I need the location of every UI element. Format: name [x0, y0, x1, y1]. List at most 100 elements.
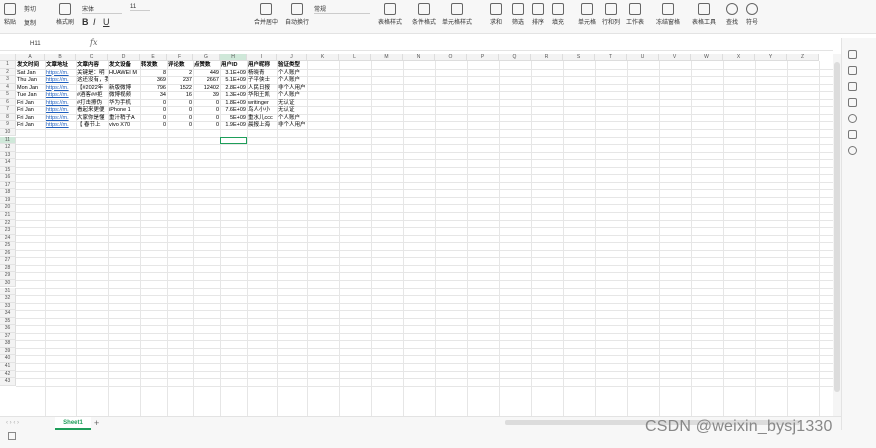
- row-header[interactable]: 25: [0, 242, 16, 250]
- row-header[interactable]: 32: [0, 295, 16, 303]
- column-header[interactable]: A: [16, 54, 45, 61]
- table-cell[interactable]: 34: [140, 91, 167, 99]
- table-cell[interactable]: 晨报上海: [247, 121, 277, 129]
- table-cell[interactable]: 16: [167, 91, 193, 99]
- bold-button[interactable]: B: [82, 17, 89, 27]
- column-header[interactable]: N: [403, 54, 435, 61]
- freeze-panes-button[interactable]: 冻结窗格: [656, 3, 680, 26]
- row-header[interactable]: 35: [0, 317, 16, 326]
- table-cell[interactable]: #酒客##拒: [76, 91, 108, 99]
- selected-cell-h11[interactable]: [220, 136, 247, 145]
- table-cell[interactable]: https://m.: [45, 114, 76, 122]
- row-header[interactable]: 26: [0, 249, 16, 258]
- row-header[interactable]: 40: [0, 355, 16, 363]
- row-header[interactable]: 2: [0, 68, 16, 77]
- row-header[interactable]: 31: [0, 287, 16, 296]
- table-cell[interactable]: 7.6E+09: [220, 106, 247, 114]
- row-header[interactable]: 24: [0, 234, 16, 243]
- row-header[interactable]: 9: [0, 121, 16, 129]
- table-cell[interactable]: 0: [167, 114, 193, 122]
- table-cell[interactable]: https://m.: [45, 106, 76, 114]
- table-cell[interactable]: 非个人用户: [277, 121, 307, 129]
- row-header[interactable]: 12: [0, 144, 16, 152]
- table-cell[interactable]: https://m.: [45, 76, 76, 84]
- table-cell[interactable]: 0: [140, 114, 167, 122]
- table-cell[interactable]: Sat Jan: [16, 69, 45, 77]
- header-cell[interactable]: 点赞数: [193, 61, 220, 69]
- row-header[interactable]: 28: [0, 264, 16, 273]
- table-cell[interactable]: 0: [140, 106, 167, 114]
- row-header[interactable]: 8: [0, 113, 16, 122]
- row-header[interactable]: 17: [0, 181, 16, 190]
- header-cell[interactable]: 验证类型: [277, 61, 307, 69]
- formula-input[interactable]: [116, 39, 816, 49]
- row-header[interactable]: 39: [0, 347, 16, 356]
- table-cell[interactable]: writinger: [247, 99, 277, 107]
- row-header[interactable]: 22: [0, 219, 16, 228]
- row-header[interactable]: 19: [0, 196, 16, 205]
- select-icon[interactable]: [848, 66, 857, 75]
- table-cell[interactable]: 1.3E+09: [220, 91, 247, 99]
- find-button[interactable]: 查找: [726, 3, 738, 26]
- row-header[interactable]: 43: [0, 378, 16, 386]
- row-header[interactable]: 10: [0, 128, 16, 137]
- table-cell[interactable]: 大家你是懂: [76, 114, 108, 122]
- table-cell[interactable]: 个人账户: [277, 91, 307, 99]
- table-cell[interactable]: 0: [193, 121, 220, 129]
- sum-button[interactable]: 求和: [490, 3, 502, 26]
- list-icon[interactable]: [848, 82, 857, 91]
- table-cell[interactable]: 【 春节上: [76, 121, 108, 129]
- table-cell[interactable]: 关键是：明: [76, 69, 108, 77]
- table-cell[interactable]: 237: [167, 76, 193, 84]
- table-cell[interactable]: 新版微博: [108, 84, 140, 92]
- table-cell[interactable]: Thu Jan: [16, 76, 45, 84]
- row-header[interactable]: 41: [0, 363, 16, 371]
- table-cell[interactable]: https://m.: [45, 99, 76, 107]
- tab-nav-arrows[interactable]: ‹ › ‹ ›: [6, 420, 19, 426]
- copy-icon[interactable]: [848, 98, 857, 107]
- cell-style-button[interactable]: 单元格样式: [442, 3, 472, 26]
- column-header[interactable]: X: [723, 54, 755, 61]
- rows-cols-button[interactable]: 行和列: [602, 3, 620, 26]
- merge-center-button[interactable]: 合并居中: [254, 3, 278, 26]
- column-header[interactable]: T: [595, 54, 627, 61]
- column-header[interactable]: W: [691, 54, 723, 61]
- table-cell[interactable]: 鸟人小小: [247, 106, 277, 114]
- history-icon[interactable]: [848, 114, 857, 123]
- row-header[interactable]: 1: [0, 61, 16, 69]
- add-sheet-button[interactable]: +: [94, 418, 99, 428]
- row-header[interactable]: 11: [0, 136, 16, 145]
- cell-button[interactable]: 单元格: [578, 3, 596, 26]
- column-header[interactable]: H: [220, 54, 247, 61]
- header-cell[interactable]: 评论数: [167, 61, 193, 69]
- column-header[interactable]: B: [45, 54, 76, 61]
- vertical-scrollbar[interactable]: [833, 54, 841, 416]
- row-header[interactable]: 37: [0, 332, 16, 341]
- column-header[interactable]: F: [167, 54, 193, 61]
- row-header[interactable]: 42: [0, 370, 16, 379]
- column-header[interactable]: V: [659, 54, 691, 61]
- italic-button[interactable]: I: [93, 17, 96, 27]
- header-cell[interactable]: 文章地址: [45, 61, 76, 69]
- header-cell[interactable]: 发文设备: [108, 61, 140, 69]
- column-header[interactable]: C: [76, 54, 108, 61]
- fx-icon[interactable]: fx: [90, 38, 97, 47]
- column-header[interactable]: Y: [755, 54, 787, 61]
- table-cell[interactable]: 0: [167, 121, 193, 129]
- number-format-select[interactable]: 常规: [314, 4, 370, 14]
- table-cell[interactable]: vivo X70: [108, 121, 140, 129]
- table-cell[interactable]: 1522: [167, 84, 193, 92]
- row-header[interactable]: 34: [0, 310, 16, 318]
- header-cell[interactable]: 用户昵称: [247, 61, 277, 69]
- table-cell[interactable]: iPhone 1: [108, 106, 140, 114]
- table-cell[interactable]: 0: [140, 121, 167, 129]
- table-cell[interactable]: 0: [140, 99, 167, 107]
- table-cell[interactable]: 1.8E+09: [220, 99, 247, 107]
- table-cell[interactable]: [108, 76, 140, 84]
- table-cell[interactable]: 华为手机: [108, 99, 140, 107]
- table-cell[interactable]: #打击擦伪: [76, 99, 108, 107]
- table-cell[interactable]: Mon Jan: [16, 84, 45, 92]
- row-header[interactable]: 33: [0, 302, 16, 311]
- table-cell[interactable]: 2: [167, 69, 193, 77]
- row-header[interactable]: 15: [0, 166, 16, 175]
